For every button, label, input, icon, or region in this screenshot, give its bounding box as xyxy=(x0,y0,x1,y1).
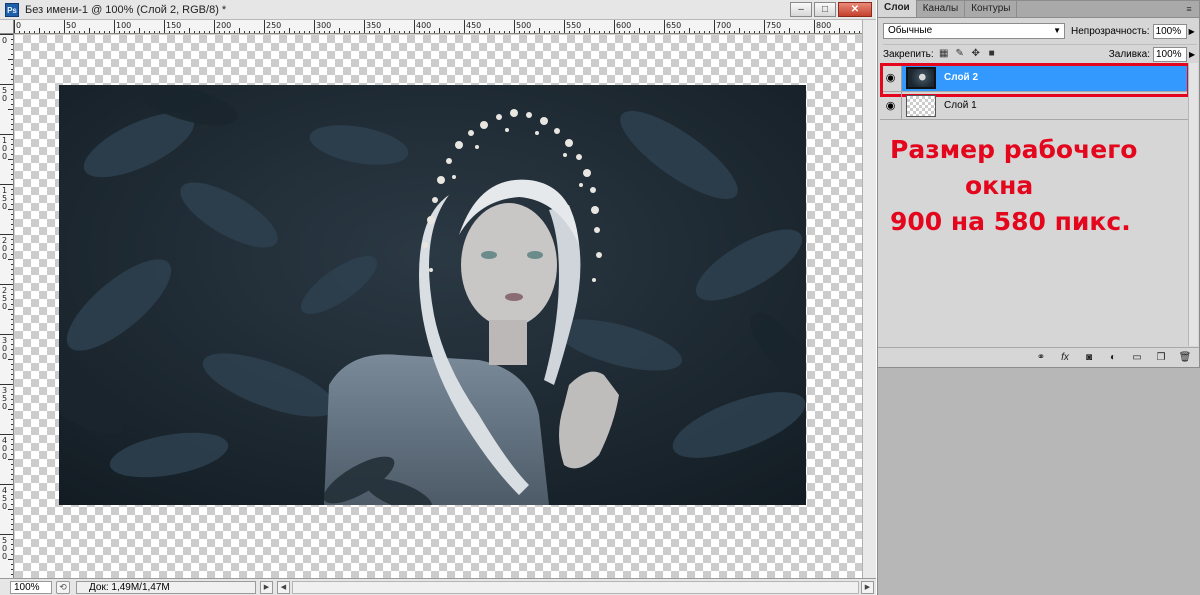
ruler-label: 800 xyxy=(816,21,831,30)
close-button[interactable]: ✕ xyxy=(838,2,872,17)
ruler-label: 100 xyxy=(116,21,131,30)
layer-thumbnail xyxy=(906,66,936,89)
layers-scrollbar[interactable] xyxy=(1188,63,1198,346)
ruler-label: 450 xyxy=(466,21,481,30)
ruler-label: 300 xyxy=(316,21,331,30)
ruler-label: 250 xyxy=(266,21,281,30)
ruler-origin[interactable] xyxy=(0,20,14,34)
ruler-label: 0 xyxy=(2,302,7,311)
window-controls: – □ ✕ xyxy=(790,2,872,17)
adjustment-layer-icon[interactable]: ◐ xyxy=(1105,351,1121,365)
ruler-label: 700 xyxy=(716,21,731,30)
document-titlebar[interactable]: Ps Без имени-1 @ 100% (Слой 2, RGB/8) * … xyxy=(0,0,876,20)
tab-channels[interactable]: Каналы xyxy=(917,1,966,17)
annotation-line-2: окна xyxy=(965,171,1034,200)
ruler-label: 400 xyxy=(416,21,431,30)
ruler-label: 150 xyxy=(166,21,181,30)
ruler-label: 0 xyxy=(2,352,7,361)
panel-menu-icon[interactable]: ≡ xyxy=(1183,4,1195,14)
scroll-left-arrow-icon[interactable]: ◀ xyxy=(277,580,290,594)
scroll-right-arrow-icon[interactable]: ▶ xyxy=(861,580,874,594)
layer-style-fx-icon[interactable]: fx xyxy=(1057,351,1073,365)
ruler-label: 0 xyxy=(2,36,7,45)
panel-tabs: Слои Каналы Контуры ≡ xyxy=(878,0,1199,18)
blend-opacity-row: Обычные ▼ Непрозрачность: 100% ▶ xyxy=(883,22,1197,40)
ruler-label: 550 xyxy=(566,21,581,30)
status-bar: 100% ⟲ Док: 1,49M/1,47M ▶ ◀ ▶ xyxy=(0,578,876,595)
layer-row-2[interactable]: ◉ Слой 2 xyxy=(880,64,1197,92)
empty-workspace xyxy=(877,368,1200,595)
fill-slider-arrow-icon[interactable]: ▶ xyxy=(1189,50,1197,59)
status-menu-arrow-icon[interactable]: ▶ xyxy=(260,580,273,594)
lock-all-icon[interactable]: ■ xyxy=(986,48,998,60)
ruler-label: 0 xyxy=(2,502,7,511)
blend-mode-select[interactable]: Обычные ▼ xyxy=(883,23,1065,39)
vertical-ruler[interactable]: 050100150200250300350400450500 xyxy=(0,34,14,578)
visibility-eye-icon[interactable]: ◉ xyxy=(880,64,902,91)
lock-transparency-icon[interactable]: ▦ xyxy=(938,48,950,60)
layer-thumbnail xyxy=(906,94,936,117)
vertical-scrollbar[interactable] xyxy=(862,20,876,578)
link-layers-icon[interactable]: ⚭ xyxy=(1033,351,1049,365)
ruler-label: 50 xyxy=(66,21,76,30)
horizontal-scrollbar[interactable] xyxy=(292,580,859,594)
lock-position-move-icon[interactable]: ✥ xyxy=(970,48,982,60)
ruler-label: 650 xyxy=(666,21,681,30)
document-canvas[interactable] xyxy=(15,35,862,578)
minimize-button[interactable]: – xyxy=(790,2,812,17)
lock-fill-row: Закрепить: ▦ ✎ ✥ ■ Заливка: 100% ▶ xyxy=(883,44,1197,62)
ruler-label: 750 xyxy=(766,21,781,30)
fill-label: Заливка: xyxy=(1108,48,1150,60)
chevron-down-icon: ▼ xyxy=(1053,26,1061,35)
ruler-label: 0 xyxy=(2,552,7,561)
new-layer-icon[interactable]: ❐ xyxy=(1153,351,1169,365)
fill-field[interactable]: 100% xyxy=(1153,46,1187,62)
opacity-field[interactable]: 100% xyxy=(1152,23,1187,39)
annotation-text: Размер рабочего окна 900 на 580 пикс. xyxy=(890,132,1180,240)
annotation-line-1: Размер рабочего xyxy=(890,135,1138,164)
photo-layer-image xyxy=(59,85,806,505)
document-size-info[interactable]: Док: 1,49M/1,47M xyxy=(76,580,256,594)
layer-name: Слой 1 xyxy=(944,100,977,111)
ruler-label: 0 xyxy=(2,94,7,103)
lock-label: Закрепить: xyxy=(883,48,934,60)
opacity-label: Непрозрачность: xyxy=(1071,25,1150,37)
photo-image xyxy=(59,85,806,505)
opacity-slider-arrow-icon[interactable]: ▶ xyxy=(1189,27,1197,36)
document-title: Без имени-1 @ 100% (Слой 2, RGB/8) * xyxy=(25,3,227,16)
maximize-button[interactable]: □ xyxy=(814,2,836,17)
annotation-line-3: 900 на 580 пикс. xyxy=(890,207,1131,236)
layers-toolbar: ⚭ fx ◙ ◐ ▭ ❐ 🗑 xyxy=(878,347,1199,367)
document-window: Ps Без имени-1 @ 100% (Слой 2, RGB/8) * … xyxy=(0,0,876,595)
ruler-label: 600 xyxy=(616,21,631,30)
photoshop-window: Ps Без имени-1 @ 100% (Слой 2, RGB/8) * … xyxy=(0,0,1200,595)
add-mask-icon[interactable]: ◙ xyxy=(1081,351,1097,365)
layers-list: ◉ Слой 2 ◉ Слой 1 Размер рабочего окна 9… xyxy=(880,63,1197,346)
ruler-label: 0 xyxy=(2,152,7,161)
horizontal-ruler[interactable]: 0 50 100 150 200 250 300 350 400 450 500 550 600 650 7… xyxy=(14,20,862,34)
horizontal-ruler-ticks: 0 50 100 150 200 250 300 350 400 450 500 550 600 650 7… xyxy=(14,20,860,33)
navigator-icon[interactable]: ⟲ xyxy=(56,580,70,594)
delete-layer-trash-icon[interactable]: 🗑 xyxy=(1177,351,1193,365)
vertical-ruler-ticks: 050100150200250300350400450500 xyxy=(0,34,13,575)
visibility-eye-icon[interactable]: ◉ xyxy=(880,92,902,119)
new-group-folder-icon[interactable]: ▭ xyxy=(1129,351,1145,365)
lock-pixels-brush-icon[interactable]: ✎ xyxy=(954,48,966,60)
layer-row-1[interactable]: ◉ Слой 1 xyxy=(880,92,1197,120)
photoshop-app-icon: Ps xyxy=(5,2,19,17)
layers-panel: Слои Каналы Контуры ≡ Обычные ▼ Непрозра… xyxy=(877,0,1200,368)
tab-layers[interactable]: Слои xyxy=(878,0,917,17)
ruler-label: 500 xyxy=(516,21,531,30)
tab-paths[interactable]: Контуры xyxy=(965,1,1018,17)
ruler-label: 0 xyxy=(2,202,7,211)
ruler-label: 0 xyxy=(2,252,7,261)
blend-mode-value: Обычные xyxy=(888,25,933,36)
ruler-label: 200 xyxy=(216,21,231,30)
ruler-label: 350 xyxy=(366,21,381,30)
ruler-label: 0 xyxy=(2,402,7,411)
ruler-label: 0 xyxy=(16,21,21,30)
zoom-level-field[interactable]: 100% xyxy=(10,580,52,594)
ruler-label: 0 xyxy=(2,452,7,461)
layer-name: Слой 2 xyxy=(944,72,979,83)
